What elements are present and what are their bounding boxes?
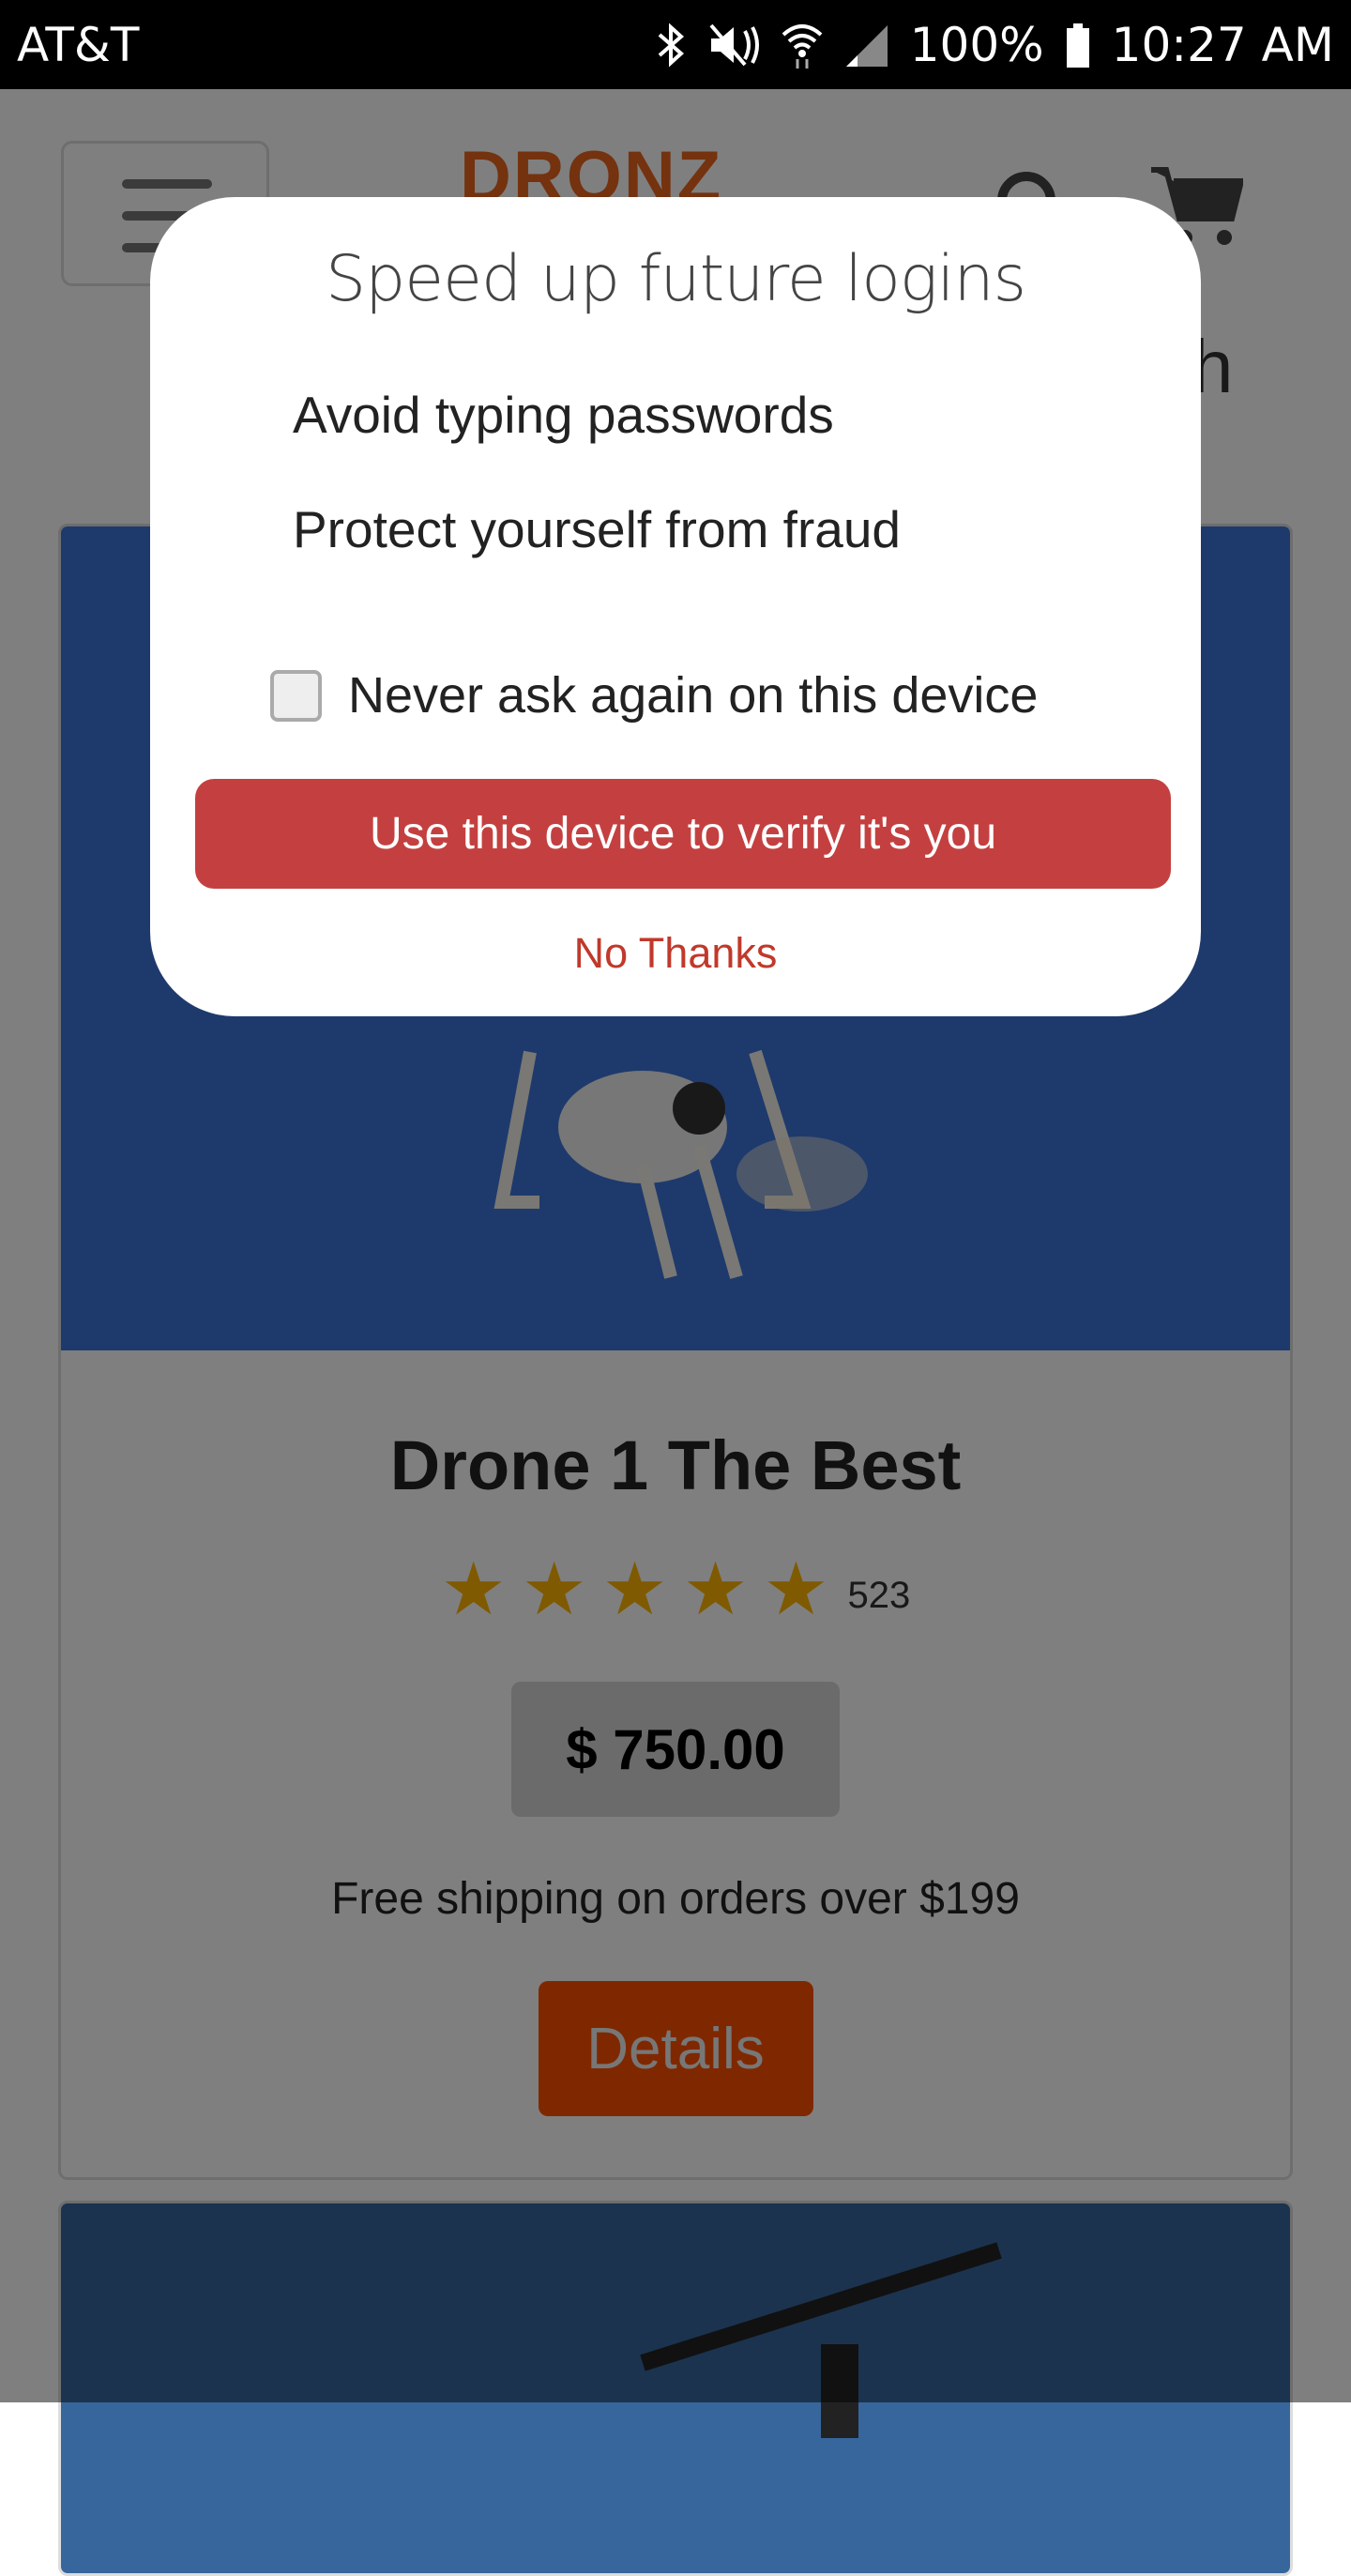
wifi-icon [782, 23, 823, 69]
never-ask-label[interactable]: Never ask again on this device [348, 666, 1038, 724]
status-bar: AT&T 100% 10:27 AM [0, 0, 1351, 89]
dialog-title: Speed up future logins [325, 242, 1026, 316]
login-dialog: Speed up future logins Avoid typing pass… [150, 197, 1201, 1016]
carrier: AT&T [17, 17, 140, 72]
verify-device-button[interactable]: Use this device to verify it's you [195, 779, 1171, 889]
benefit-item: Protect yourself from fraud [293, 500, 902, 558]
signal-icon [845, 24, 888, 67]
battery-percent: 100% [909, 17, 1044, 72]
battery-icon [1066, 23, 1089, 68]
benefit-item: Avoid typing passwords [293, 386, 834, 444]
never-ask-row[interactable]: Never ask again on this device [270, 666, 1038, 724]
never-ask-checkbox[interactable] [270, 669, 322, 722]
no-thanks-link[interactable]: No Thanks [150, 929, 1201, 978]
bluetooth-icon [658, 22, 684, 68]
clock: 10:27 AM [1111, 17, 1334, 72]
mute-icon [709, 23, 759, 66]
